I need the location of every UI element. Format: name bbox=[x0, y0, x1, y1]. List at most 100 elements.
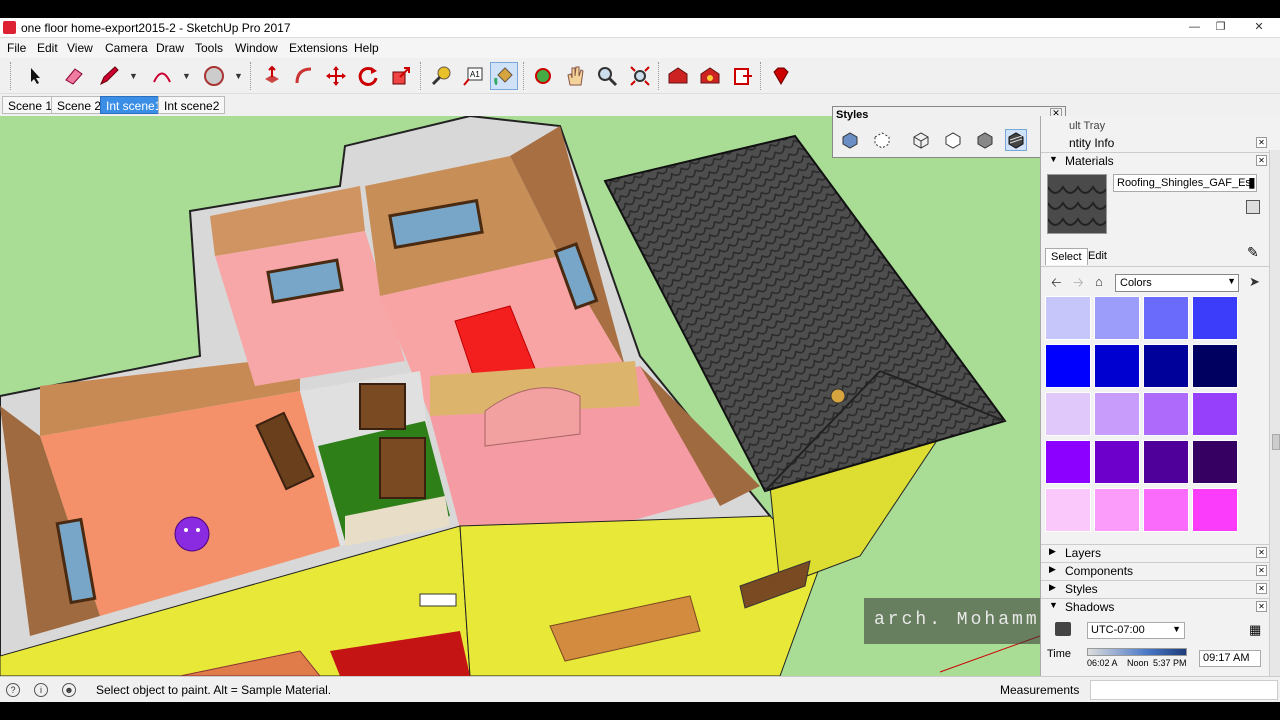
xray-icon[interactable] bbox=[839, 129, 861, 151]
color-swatch[interactable] bbox=[1045, 344, 1091, 388]
pan-icon[interactable] bbox=[563, 64, 587, 88]
color-swatch[interactable] bbox=[1094, 344, 1140, 388]
color-swatch[interactable] bbox=[1192, 344, 1238, 388]
menu-tools[interactable]: Tools bbox=[195, 41, 223, 55]
select-icon[interactable] bbox=[24, 64, 48, 88]
collection-select[interactable]: Colors ▼ bbox=[1115, 274, 1239, 292]
color-swatch[interactable] bbox=[1045, 296, 1091, 340]
modeling-viewport[interactable]: arch. Mohammed Mansour bbox=[0, 116, 1040, 676]
layers-close-button[interactable]: ✕ bbox=[1256, 547, 1267, 558]
tab-int-scene-2[interactable]: Int scene2 bbox=[158, 96, 226, 114]
measurements-input[interactable] bbox=[1090, 680, 1278, 700]
scrollbar-thumb[interactable] bbox=[1272, 434, 1280, 450]
menu-draw[interactable]: Draw bbox=[156, 41, 184, 55]
color-swatch[interactable] bbox=[1094, 296, 1140, 340]
color-swatch[interactable] bbox=[1094, 440, 1140, 484]
shadows-close-button[interactable]: ✕ bbox=[1256, 601, 1267, 612]
toolbar-grip[interactable] bbox=[658, 62, 661, 90]
time-slider[interactable] bbox=[1087, 648, 1187, 656]
orbit-icon[interactable] bbox=[531, 64, 555, 88]
menu-extensions[interactable]: Extensions bbox=[289, 41, 348, 55]
tray-scrollbar[interactable] bbox=[1269, 150, 1280, 676]
eyedropper-icon[interactable]: ✎ bbox=[1247, 244, 1259, 261]
credits-icon[interactable]: i bbox=[34, 683, 48, 697]
entity-info-header[interactable]: ntity Info ✕ bbox=[1041, 134, 1269, 152]
arc-dropdown[interactable]: ▼ bbox=[182, 71, 191, 81]
hidden-line-icon[interactable] bbox=[942, 129, 964, 151]
tab-scene-2[interactable]: Scene 2 bbox=[51, 96, 108, 114]
text-icon[interactable]: A1 bbox=[461, 64, 485, 88]
shadow-toggle-icon[interactable] bbox=[1055, 622, 1071, 636]
restore-button[interactable]: ❐ bbox=[1208, 19, 1233, 35]
sample-paint-icon[interactable]: ▮ bbox=[1248, 174, 1256, 191]
components-close-button[interactable]: ✕ bbox=[1256, 565, 1267, 576]
details-arrow-icon[interactable]: ➤ bbox=[1249, 274, 1260, 290]
materials-header[interactable]: ▼ Materials ✕ bbox=[1041, 152, 1269, 170]
paint-bucket-icon[interactable] bbox=[490, 62, 518, 90]
back-arrow-icon[interactable]: 🡠 bbox=[1051, 274, 1062, 296]
tab-scene-1[interactable]: Scene 1 bbox=[2, 96, 59, 114]
geo-location-icon[interactable]: ? bbox=[6, 683, 20, 697]
eraser-icon[interactable] bbox=[62, 64, 86, 88]
toolbar-grip[interactable] bbox=[10, 62, 13, 90]
ruby-icon[interactable] bbox=[769, 64, 793, 88]
toolbar-grip[interactable] bbox=[523, 62, 526, 90]
rotate-icon[interactable] bbox=[356, 64, 380, 88]
menu-window[interactable]: Window bbox=[235, 41, 278, 55]
current-material-swatch[interactable] bbox=[1047, 174, 1107, 234]
follow-me-icon[interactable] bbox=[292, 64, 316, 88]
entity-info-close-button[interactable]: ✕ bbox=[1256, 137, 1267, 148]
warehouse-icon[interactable] bbox=[666, 64, 690, 88]
back-edges-icon[interactable] bbox=[871, 129, 893, 151]
menu-edit[interactable]: Edit bbox=[37, 41, 58, 55]
color-swatch[interactable] bbox=[1094, 488, 1140, 532]
menu-view[interactable]: View bbox=[67, 41, 93, 55]
extension-warehouse-icon[interactable] bbox=[698, 64, 722, 88]
timezone-select[interactable]: UTC-07:00 ▼ bbox=[1087, 622, 1185, 639]
shadow-settings-icon[interactable]: ▦ bbox=[1249, 622, 1261, 638]
toolbar-grip[interactable] bbox=[420, 62, 423, 90]
color-swatch[interactable] bbox=[1192, 392, 1238, 436]
color-swatch[interactable] bbox=[1143, 296, 1189, 340]
forward-arrow-icon[interactable]: 🡢 bbox=[1073, 274, 1084, 296]
minimize-button[interactable]: — bbox=[1182, 19, 1207, 35]
move-icon[interactable] bbox=[324, 64, 348, 88]
wireframe-icon[interactable] bbox=[910, 129, 932, 151]
color-swatch[interactable] bbox=[1143, 488, 1189, 532]
create-material-icon[interactable] bbox=[1246, 200, 1260, 214]
close-button[interactable]: ✕ bbox=[1240, 19, 1278, 35]
materials-close-button[interactable]: ✕ bbox=[1256, 155, 1267, 166]
push-pull-icon[interactable] bbox=[260, 64, 284, 88]
menu-help[interactable]: Help bbox=[354, 41, 379, 55]
user-icon[interactable]: ☻ bbox=[62, 683, 76, 697]
color-swatch[interactable] bbox=[1143, 344, 1189, 388]
pencil-icon[interactable] bbox=[97, 64, 121, 88]
shaded-textures-icon[interactable] bbox=[1005, 129, 1027, 151]
zoom-extents-icon[interactable] bbox=[628, 64, 652, 88]
color-swatch[interactable] bbox=[1094, 392, 1140, 436]
tape-measure-icon[interactable] bbox=[429, 64, 453, 88]
color-swatch[interactable] bbox=[1143, 392, 1189, 436]
tab-select[interactable]: Select bbox=[1045, 248, 1088, 265]
home-icon[interactable]: ⌂ bbox=[1095, 274, 1103, 289]
shape-dropdown[interactable]: ▼ bbox=[234, 71, 243, 81]
color-swatch[interactable] bbox=[1045, 488, 1091, 532]
shadows-header[interactable]: ▼ Shadows ✕ bbox=[1041, 598, 1269, 616]
menu-file[interactable]: File bbox=[7, 41, 26, 55]
toolbar-grip[interactable] bbox=[250, 62, 253, 90]
color-swatch[interactable] bbox=[1192, 296, 1238, 340]
shaded-icon[interactable] bbox=[974, 129, 996, 151]
send-to-layout-icon[interactable] bbox=[731, 64, 755, 88]
material-name-field[interactable]: Roofing_Shingles_GAF_Est bbox=[1113, 174, 1257, 192]
color-swatch[interactable] bbox=[1045, 440, 1091, 484]
layers-header[interactable]: ▶ Layers ✕ bbox=[1041, 544, 1269, 562]
styles-header[interactable]: ▶ Styles ✕ bbox=[1041, 580, 1269, 598]
color-swatch[interactable] bbox=[1192, 488, 1238, 532]
styles-close-button[interactable]: ✕ bbox=[1256, 583, 1267, 594]
components-header[interactable]: ▶ Components ✕ bbox=[1041, 562, 1269, 580]
color-swatch[interactable] bbox=[1045, 392, 1091, 436]
circle-icon[interactable] bbox=[202, 64, 226, 88]
zoom-icon[interactable] bbox=[595, 64, 619, 88]
time-value-field[interactable]: 09:17 AM bbox=[1199, 650, 1261, 667]
scale-icon[interactable] bbox=[389, 64, 413, 88]
